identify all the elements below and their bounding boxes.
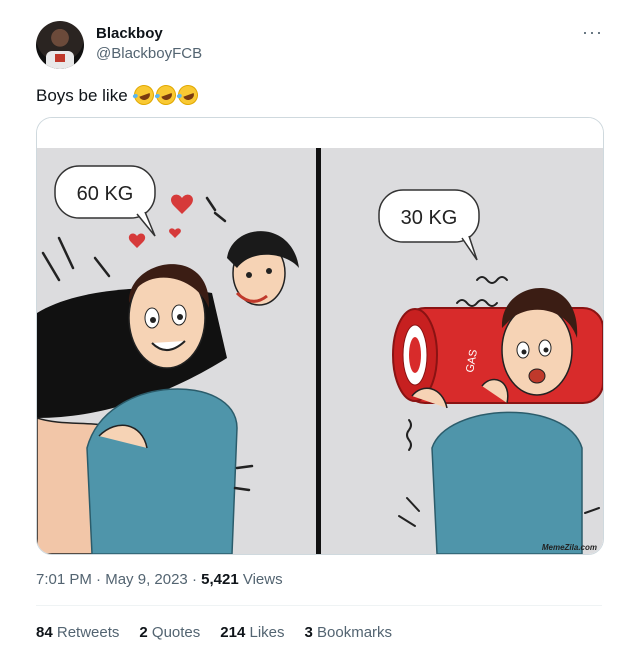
views-label: Views bbox=[242, 571, 283, 588]
laughing-emoji-icon bbox=[153, 82, 179, 108]
retweets-count: 84 bbox=[36, 624, 53, 641]
quotes-stat[interactable]: 2 Quotes bbox=[139, 624, 200, 641]
tweet-metadata: 7:01 PM · May 9, 2023 · 5,421 Views bbox=[36, 571, 283, 588]
laughing-emoji-icon bbox=[131, 82, 157, 108]
tweet-time[interactable]: 7:01 PM bbox=[36, 571, 92, 588]
meta-separator: · bbox=[96, 571, 102, 588]
retweets-label: Retweets bbox=[56, 624, 120, 641]
tweet-date[interactable]: May 9, 2023 bbox=[105, 571, 188, 588]
likes-label: Likes bbox=[249, 624, 285, 641]
tweet-stats: 84 Retweets 2 Quotes 214 Likes 3 Bookmar… bbox=[36, 624, 392, 641]
bubble-text-left: 60 KG bbox=[77, 183, 134, 205]
views-count: 5,421 bbox=[201, 571, 239, 588]
tweet-emojis bbox=[131, 82, 201, 108]
meta-separator: · bbox=[191, 571, 197, 588]
panel-divider bbox=[316, 148, 321, 554]
tweet-text: Boys be like bbox=[36, 86, 128, 105]
meme-illustration: 60 KG 30 KG GAS MemeZila.com bbox=[37, 118, 603, 554]
laughing-emoji-icon bbox=[175, 82, 201, 108]
author-handle[interactable]: @BlackboyFCB bbox=[96, 45, 202, 62]
more-horizontal-icon[interactable]: ··· bbox=[582, 22, 603, 43]
bookmarks-label: Bookmarks bbox=[317, 624, 393, 641]
bookmarks-count: 3 bbox=[304, 624, 313, 641]
divider bbox=[36, 605, 602, 606]
bubble-text-right: 30 KG bbox=[401, 207, 458, 229]
likes-count: 214 bbox=[220, 624, 246, 641]
retweets-stat[interactable]: 84 Retweets bbox=[36, 624, 119, 641]
quotes-count: 2 bbox=[139, 624, 148, 641]
quotes-label: Quotes bbox=[151, 624, 201, 641]
author-name[interactable]: Blackboy bbox=[96, 25, 163, 42]
avatar-jersey-number bbox=[55, 54, 65, 62]
bookmarks-stat[interactable]: 3 Bookmarks bbox=[305, 624, 393, 641]
likes-stat[interactable]: 214 Likes bbox=[220, 624, 284, 641]
watermark: MemeZila.com bbox=[542, 543, 597, 552]
author-avatar[interactable] bbox=[36, 21, 84, 69]
tweet-media-image[interactable]: 60 KG 30 KG GAS MemeZila.com bbox=[36, 117, 604, 555]
